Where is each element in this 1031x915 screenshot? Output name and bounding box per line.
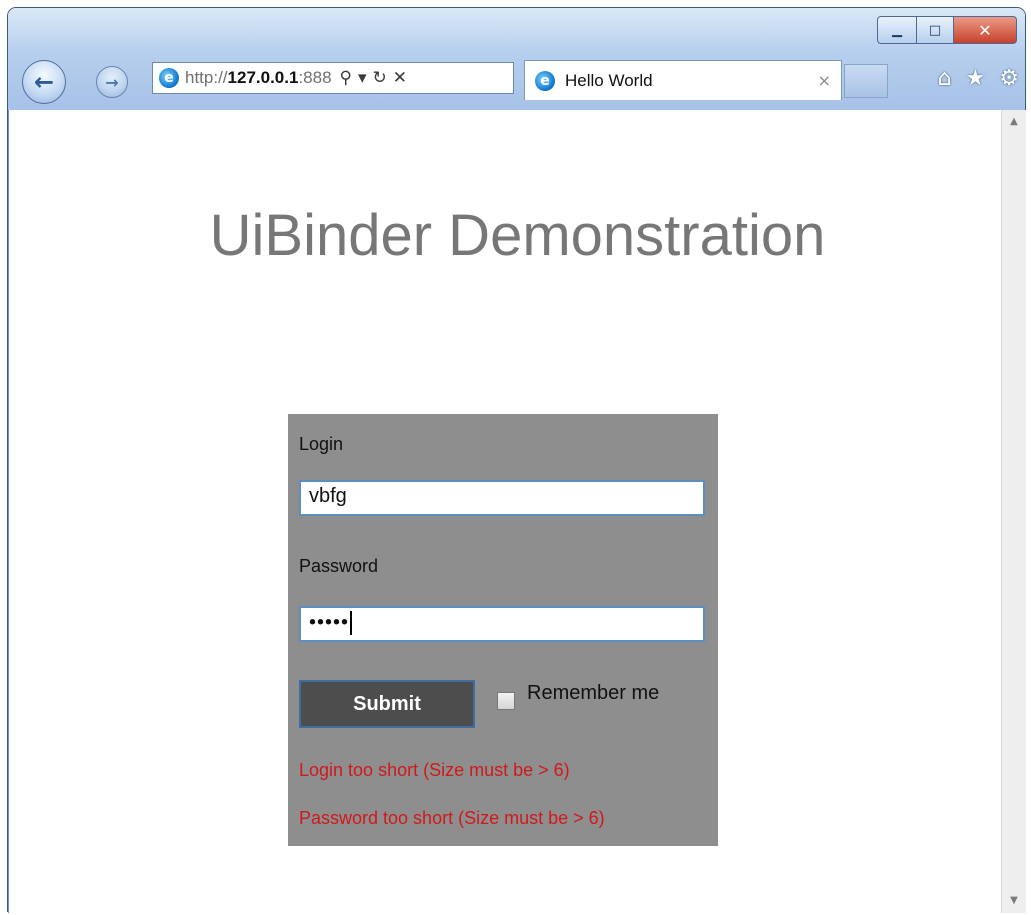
login-error-message: Login too short (Size must be > 6) — [299, 760, 570, 780]
close-window-button[interactable]: ✕ — [954, 16, 1017, 44]
home-icon[interactable]: ⌂ — [938, 66, 952, 91]
text-cursor — [350, 611, 353, 635]
forward-arrow-icon: → — [105, 72, 119, 92]
address-bar[interactable]: e http://127.0.0.1:888 ⚲ ▾ ↻ ✕ — [152, 62, 514, 94]
favorites-star-icon[interactable]: ★ — [966, 66, 986, 91]
remember-me-label[interactable]: Remember me — [527, 682, 659, 705]
url-port: :888 — [298, 68, 332, 87]
tab-hello-world[interactable]: e Hello World × — [524, 60, 842, 100]
url-host: 127.0.0.1 — [227, 68, 299, 87]
scroll-up-arrow-icon[interactable]: ▲ — [1002, 112, 1026, 132]
back-arrow-icon: ← — [33, 68, 55, 96]
new-tab-button[interactable] — [844, 64, 888, 98]
tab-title: Hello World — [565, 70, 653, 90]
page-title: UiBinder Demonstration — [209, 203, 826, 268]
refresh-icon[interactable]: ↻ — [373, 68, 387, 88]
title-bar: ▁ □ ✕ ← → e http://127.0.0.1:888 ⚲ ▾ ↻ ✕… — [8, 8, 1025, 118]
login-label: Login — [299, 434, 344, 454]
password-value: ••••• — [309, 611, 350, 634]
close-icon: ✕ — [978, 20, 992, 40]
tools-gear-icon[interactable]: ⚙ — [999, 66, 1019, 91]
tab-close-icon[interactable]: × — [818, 71, 831, 90]
chevron-down-icon[interactable]: ▾ — [358, 68, 367, 88]
ie-page-icon: e — [159, 68, 179, 88]
minimize-icon: ▁ — [892, 22, 902, 38]
minimize-button[interactable]: ▁ — [877, 16, 917, 44]
maximize-icon: □ — [928, 22, 942, 38]
url-protocol: http:// — [185, 68, 228, 87]
stop-icon[interactable]: ✕ — [393, 68, 407, 88]
page-viewport: UiBinder Demonstration Login vbfg Passwo… — [8, 110, 1026, 913]
forward-button[interactable]: → — [96, 66, 128, 98]
window-controls: ▁ □ ✕ — [877, 16, 1017, 44]
vertical-scrollbar[interactable]: ▲ ▼ — [1001, 110, 1026, 913]
login-panel: Login vbfg Password ••••• Submit Remembe… — [288, 414, 718, 846]
submit-button[interactable]: Submit — [299, 680, 475, 728]
back-button[interactable]: ← — [22, 60, 66, 104]
maximize-button[interactable]: □ — [917, 16, 954, 44]
password-input[interactable]: ••••• — [299, 606, 705, 642]
search-icon[interactable]: ⚲ — [340, 68, 352, 88]
command-icons: ⌂ ★ ⚙ — [938, 66, 1019, 91]
password-error-message: Password too short (Size must be > 6) — [299, 808, 605, 828]
login-input[interactable]: vbfg — [299, 480, 705, 516]
remember-me-checkbox[interactable] — [497, 692, 515, 710]
password-label: Password — [299, 556, 379, 576]
scroll-down-arrow-icon[interactable]: ▼ — [1002, 891, 1026, 911]
address-tools: ⚲ ▾ ↻ ✕ — [340, 68, 408, 88]
ie-tab-icon: e — [535, 70, 555, 91]
